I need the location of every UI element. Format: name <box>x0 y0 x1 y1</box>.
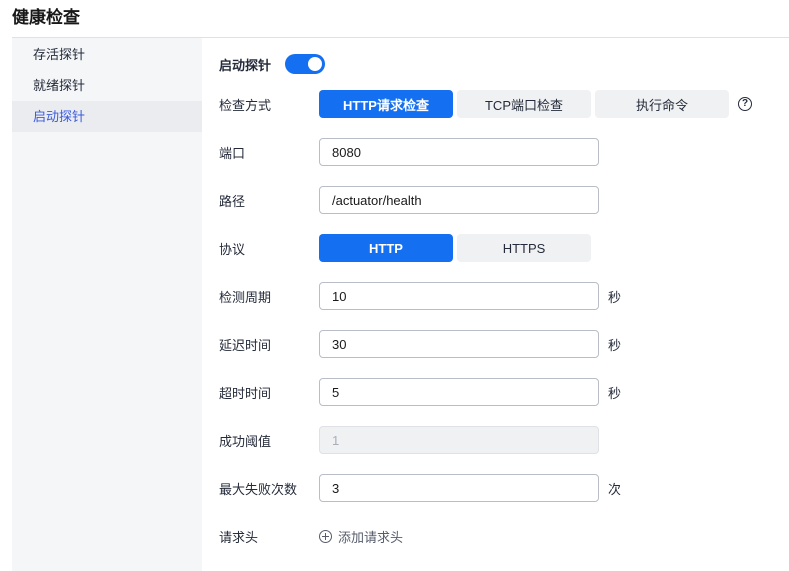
check-method-selector: HTTP请求检查 TCP端口检查 执行命令 <box>319 90 729 118</box>
check-method-tcp-button[interactable]: TCP端口检查 <box>457 90 591 118</box>
protocol-https-button[interactable]: HTTPS <box>457 234 591 262</box>
timeout-label: 超时时间 <box>219 385 272 401</box>
port-input[interactable] <box>319 138 599 166</box>
success-threshold-row: 成功阈值 <box>219 425 789 455</box>
delay-row: 延迟时间 秒 <box>219 329 789 359</box>
probe-sidebar: 存活探针 就绪探针 启动探针 <box>12 38 202 571</box>
period-input[interactable] <box>319 282 599 310</box>
sidebar-item-startup[interactable]: 启动探针 <box>12 101 202 132</box>
check-method-row: 检查方式 HTTP请求检查 TCP端口检查 执行命令 ? <box>219 89 789 119</box>
headers-label: 请求头 <box>219 529 259 545</box>
sidebar-item-readiness[interactable]: 就绪探针 <box>12 70 202 101</box>
max-failures-label: 最大失败次数 <box>219 481 298 497</box>
help-icon[interactable]: ? <box>738 97 752 111</box>
success-threshold-label: 成功阈值 <box>219 433 272 449</box>
max-failures-row: 最大失败次数 次 <box>219 473 789 503</box>
enable-row: 启动探针 <box>219 49 789 79</box>
period-label: 检测周期 <box>219 289 272 305</box>
protocol-row: 协议 HTTP HTTPS <box>219 233 789 263</box>
max-failures-input[interactable] <box>319 474 599 502</box>
path-label: 路径 <box>219 193 246 209</box>
protocol-selector: HTTP HTTPS <box>319 234 591 262</box>
check-method-exec-button[interactable]: 执行命令 <box>595 90 729 118</box>
max-failures-unit: 次 <box>608 481 622 497</box>
page-title: 健康检查 <box>12 8 80 27</box>
success-threshold-input <box>319 426 599 454</box>
probe-form: 启动探针 检查方式 HTTP请求检查 TCP端口检查 执行命令 ? 端口 路径 … <box>202 38 789 571</box>
path-row: 路径 <box>219 185 789 215</box>
enable-label: 启动探针 <box>219 57 272 73</box>
protocol-label: 协议 <box>219 241 246 257</box>
enable-toggle[interactable] <box>285 54 326 74</box>
sidebar-item-liveness[interactable]: 存活探针 <box>12 39 202 70</box>
toggle-knob <box>308 57 323 71</box>
timeout-unit: 秒 <box>608 385 622 401</box>
delay-input[interactable] <box>319 330 599 358</box>
port-row: 端口 <box>219 137 789 167</box>
check-method-http-button[interactable]: HTTP请求检查 <box>319 90 453 118</box>
protocol-http-button[interactable]: HTTP <box>319 234 453 262</box>
path-input[interactable] <box>319 186 599 214</box>
timeout-row: 超时时间 秒 <box>219 377 789 407</box>
period-unit: 秒 <box>608 289 622 305</box>
delay-unit: 秒 <box>608 337 622 353</box>
delay-label: 延迟时间 <box>219 337 272 353</box>
add-header-label: 添加请求头 <box>338 529 404 545</box>
check-method-label: 检查方式 <box>219 97 272 113</box>
add-circle-icon <box>319 529 332 543</box>
port-label: 端口 <box>219 145 246 161</box>
add-header-button[interactable]: 添加请求头 <box>319 527 403 546</box>
headers-row: 请求头 添加请求头 <box>219 521 789 551</box>
timeout-input[interactable] <box>319 378 599 406</box>
period-row: 检测周期 秒 <box>219 281 789 311</box>
